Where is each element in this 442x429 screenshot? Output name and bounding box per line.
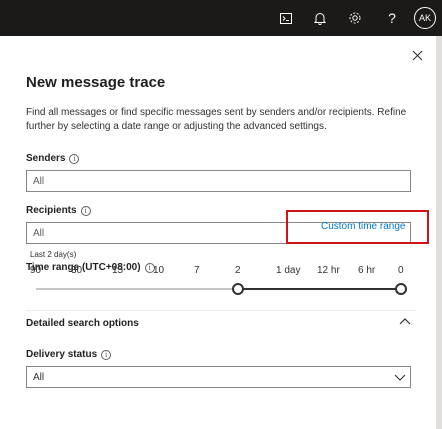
- top-navigation-bar: ? AK: [0, 0, 442, 36]
- time-range-label-text: Time range (UTC+08:00): [26, 262, 141, 273]
- panel-edge: [436, 36, 442, 429]
- slider-start-handle[interactable]: [232, 283, 244, 295]
- senders-label: Senders i: [26, 153, 80, 164]
- help-icon[interactable]: ?: [382, 8, 402, 28]
- slider-tick-label: 10: [153, 265, 165, 276]
- recipients-placeholder: All: [33, 228, 45, 239]
- senders-placeholder: All: [33, 176, 45, 187]
- terminal-icon[interactable]: [276, 8, 296, 28]
- delivery-status-dropdown[interactable]: All: [26, 366, 411, 388]
- time-range-selected-text: Last 2 day(s): [30, 250, 77, 259]
- delivery-status-label-text: Delivery status: [26, 349, 98, 360]
- close-icon[interactable]: [408, 46, 426, 64]
- gear-icon[interactable]: [345, 8, 365, 28]
- avatar[interactable]: AK: [414, 7, 436, 29]
- slider-tick-label: 12 hr: [317, 265, 340, 276]
- delivery-status-value: All: [33, 372, 45, 383]
- slider-tick-label: 1 day: [276, 265, 301, 276]
- senders-input[interactable]: All: [26, 170, 411, 192]
- panel-description: Find all messages or find specific messa…: [26, 107, 407, 132]
- slider-tick-label: 90: [30, 265, 42, 276]
- delivery-status-label: Delivery status i: [26, 349, 112, 360]
- time-range-label: Time range (UTC+08:00) i: [26, 262, 155, 273]
- chevron-up-icon[interactable]: [398, 315, 412, 329]
- detailed-search-options-heading[interactable]: Detailed search options: [26, 318, 139, 329]
- time-range-slider-fill: [238, 288, 401, 290]
- info-icon[interactable]: i: [69, 153, 80, 164]
- slider-tick-label: 0: [398, 265, 404, 276]
- info-icon[interactable]: i: [101, 349, 112, 360]
- section-divider: [26, 310, 416, 311]
- recipients-label-text: Recipients: [26, 205, 77, 216]
- info-icon[interactable]: i: [80, 205, 91, 216]
- slider-tick-label: 15: [112, 265, 124, 276]
- chevron-down-icon: [394, 371, 406, 383]
- panel-title: New message trace: [26, 74, 166, 91]
- senders-label-text: Senders: [26, 153, 66, 164]
- recipients-label: Recipients i: [26, 205, 91, 216]
- slider-tick-label: 30: [71, 265, 83, 276]
- bell-icon[interactable]: [310, 8, 330, 28]
- slider-end-handle[interactable]: [395, 283, 407, 295]
- custom-time-range-link[interactable]: Custom time range: [321, 221, 405, 232]
- slider-tick-label: 6 hr: [358, 265, 376, 276]
- slider-tick-label: 2: [235, 265, 241, 276]
- slider-tick-label: 7: [194, 265, 200, 276]
